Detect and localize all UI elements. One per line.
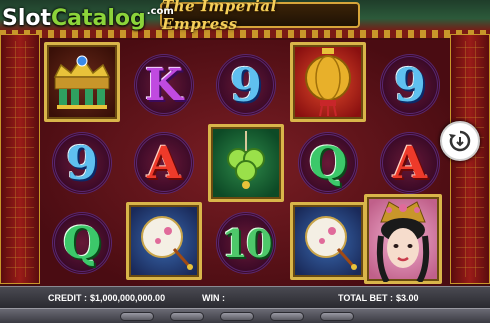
empress-icon: [376, 201, 430, 282]
cabinet-button[interactable]: [170, 312, 204, 321]
symbol-ace: A: [126, 124, 202, 202]
fan-icon: [305, 216, 357, 270]
symbol-lantern: [290, 42, 366, 122]
lantern-icon: [305, 48, 351, 117]
circular-arrow-icon: [449, 130, 471, 152]
symbol-crown: [44, 42, 120, 122]
symbol-nine: 9: [372, 46, 448, 124]
brand-com: .com: [146, 6, 174, 17]
brand-slot: Slot: [2, 6, 52, 31]
symbol-ten: 10: [208, 204, 284, 282]
spin-button[interactable]: [440, 121, 480, 161]
left-pillar: [0, 34, 40, 284]
cabinet-button[interactable]: [220, 312, 254, 321]
symbol-queen: Q: [290, 124, 366, 202]
symbol-king: K: [126, 46, 202, 124]
symbol-ace: A: [372, 124, 448, 202]
symbol-queen: Q: [44, 204, 120, 282]
symbol-fan: [290, 202, 366, 280]
fan-icon: [141, 216, 193, 270]
credit-label: CREDIT :: [48, 292, 87, 303]
total-bet-label: TOTAL BET :: [338, 292, 393, 303]
cabinet-button[interactable]: [270, 312, 304, 321]
crown-icon: [53, 55, 111, 109]
brand-catalog: Catalog: [51, 6, 146, 31]
game-stage: The Imperial Empress Slot Catalog .com 9: [0, 0, 490, 323]
symbol-fan: [126, 202, 202, 280]
slotcatalog-logo: Slot Catalog .com: [2, 6, 174, 31]
jade-pendant-icon: [227, 131, 265, 189]
cabinet-button[interactable]: [120, 312, 154, 321]
symbol-jade-pendant: [208, 124, 284, 202]
symbol-nine: 9: [208, 46, 284, 124]
symbol-nine: 9: [44, 124, 120, 202]
credit-value: $1,000,000,000.00: [90, 292, 166, 303]
game-title: The Imperial Empress: [162, 0, 277, 33]
info-bar: CREDIT : $1,000,000,000.00 WIN : TOTAL B…: [0, 286, 490, 308]
win-label: WIN :: [202, 292, 225, 303]
game-title-plate: The Imperial Empress: [160, 0, 360, 33]
cabinet-button[interactable]: [320, 312, 354, 321]
symbol-empress: [364, 194, 442, 284]
reels-grid: 9 Q K A 9 10 Q 9 A: [40, 40, 450, 286]
total-bet-value: $3.00: [396, 292, 419, 303]
